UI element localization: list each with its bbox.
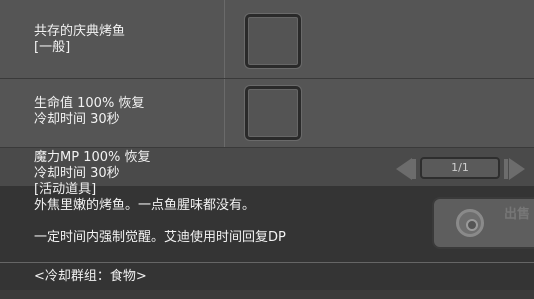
item-grade: [一般] (34, 40, 71, 55)
item-description: 外焦里嫩的烤鱼。一点鱼腥味都没有。 (34, 198, 256, 213)
column-divider (224, 0, 225, 147)
cooldown-text: 冷却时间 30秒 (34, 112, 120, 127)
prev-page-icon[interactable] (396, 158, 412, 180)
item-effect-awaken: 一定时间内强制觉醒。艾迪使用时间回复DP (34, 230, 286, 245)
sell-button[interactable]: 出售 (432, 197, 534, 249)
item-tooltip-panel: 共存的庆典烤鱼 [一般] 生命值 100% 恢复 冷却时间 30秒 1/1 出售… (0, 0, 534, 299)
recycle-icon (456, 209, 484, 237)
effect-mp: 魔力MP 100% 恢复 (34, 150, 151, 165)
item-name: 共存的庆典烤鱼 (34, 24, 126, 39)
cooldown-text: 冷却时间 30秒 (34, 166, 120, 181)
prev-page-bar (412, 159, 416, 179)
cooldown-group: <冷却群组：食物> (34, 269, 147, 284)
row-divider (0, 78, 534, 79)
bottom-strip (0, 290, 534, 299)
sell-button-label: 出售 (504, 207, 531, 222)
next-page-icon[interactable] (509, 158, 525, 180)
pager: 1/1 (396, 155, 531, 183)
item-slot-2[interactable] (245, 86, 301, 140)
item-category: [活动道具] (34, 182, 97, 197)
item-slot-1[interactable] (245, 14, 301, 68)
next-page-bar (504, 159, 508, 179)
page-indicator: 1/1 (420, 157, 500, 179)
row-divider (0, 147, 534, 148)
effect-hp: 生命值 100% 恢复 (34, 96, 145, 111)
divider (0, 262, 534, 263)
